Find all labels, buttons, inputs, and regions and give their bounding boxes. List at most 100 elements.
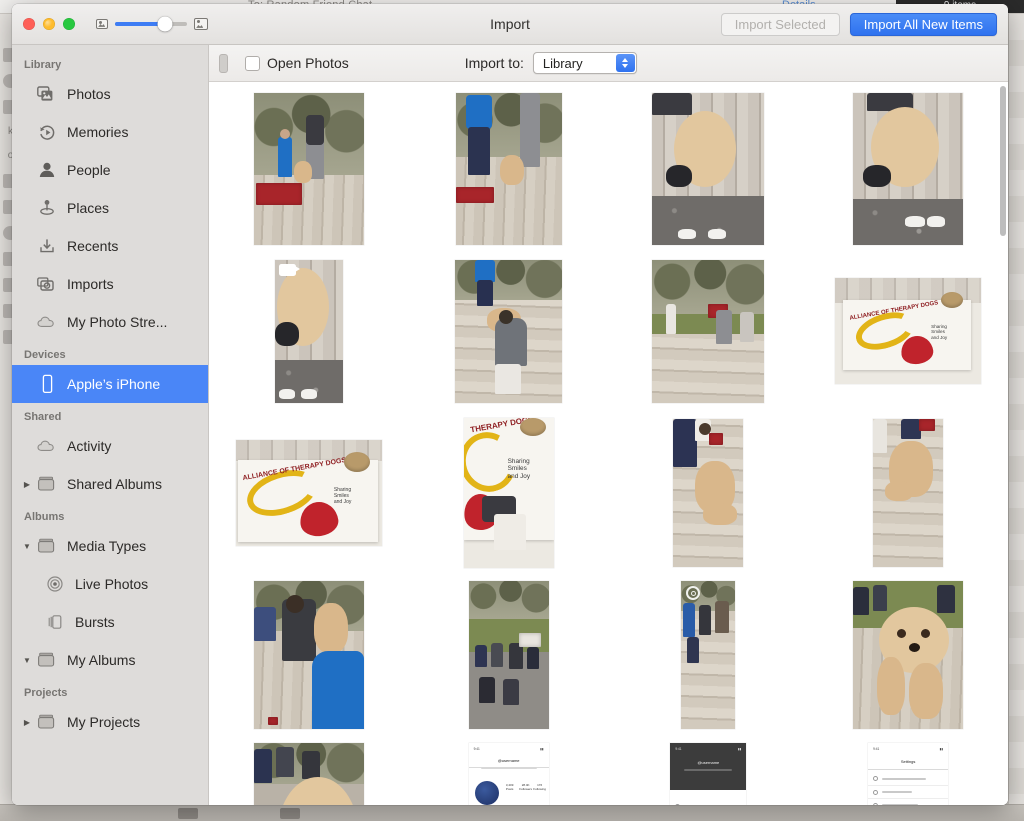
open-photos-checkbox[interactable] — [245, 56, 260, 71]
grid-cell[interactable]: THERAPY DOGS SharingSmilesand Joy — [409, 412, 609, 574]
grid-cell[interactable] — [209, 88, 409, 250]
photo-thumbnail[interactable] — [254, 581, 364, 729]
album-icon — [34, 537, 60, 555]
sidebar-item-label: Memories — [67, 124, 128, 140]
sidebar-item-activity[interactable]: Activity — [12, 427, 208, 465]
photo-scene: ALLIANCE OF THERAPY DOGS SharingSmilesan… — [835, 278, 981, 384]
photo-scene — [254, 581, 364, 729]
sidebar-item-label: Media Types — [67, 538, 146, 554]
sidebar-item-bursts[interactable]: Bursts — [12, 603, 208, 641]
photo-thumbnail[interactable] — [873, 419, 943, 567]
grid-cell[interactable] — [409, 574, 609, 736]
photo-thumbnail[interactable] — [254, 93, 364, 245]
sidebar-item-memories[interactable]: Memories — [12, 113, 208, 151]
traffic-light-buttons — [23, 18, 75, 30]
vertical-scrollbar[interactable] — [1000, 86, 1006, 236]
photo-thumbnail[interactable] — [455, 260, 562, 403]
photo-scene: THERAPY DOGS SharingSmilesand Joy — [464, 418, 554, 568]
sidebar-item-my-albums[interactable]: ▼ My Albums — [12, 641, 208, 679]
disclosure-triangle-collapsed-icon[interactable]: ▶ — [20, 480, 34, 489]
photo-scene — [673, 419, 743, 567]
album-icon — [34, 713, 60, 731]
grid-cell[interactable]: 9:41▮▮ Settings — [808, 736, 1008, 805]
grid-cell[interactable] — [209, 736, 409, 805]
import-to-select[interactable]: Library — [533, 52, 637, 74]
sidebar-item-media-types[interactable]: ▼ Media Types — [12, 527, 208, 565]
import-all-new-items-button[interactable]: Import All New Items — [850, 13, 997, 36]
photo-thumbnail[interactable] — [456, 93, 562, 245]
grid-cell[interactable]: 9:41▮▮ @username 3,409Posts 28.4KFollowe… — [409, 736, 609, 805]
close-button[interactable] — [23, 18, 35, 30]
dock-item[interactable] — [178, 808, 198, 819]
photo-scene: ALLIANCE OF THERAPY DOGS SharingSmilesan… — [236, 440, 382, 546]
photo-scene — [681, 581, 735, 729]
sidebar-item-people[interactable]: People — [12, 151, 208, 189]
photo-grid-scroll-area[interactable]: ALLIANCE OF THERAPY DOGS SharingSmilesan… — [209, 82, 1008, 805]
photo-scene — [873, 419, 943, 567]
photo-thumbnail[interactable]: 9:41▮▮ @username — [670, 743, 746, 805]
grid-cell[interactable] — [209, 250, 409, 412]
minimize-button[interactable] — [43, 18, 55, 30]
grid-cell[interactable] — [409, 88, 609, 250]
disclosure-triangle-expanded-icon[interactable]: ▼ — [20, 656, 34, 665]
photo-thumbnail[interactable] — [681, 581, 735, 729]
sidebar-item-places[interactable]: Places — [12, 189, 208, 227]
photo-thumbnail[interactable]: ALLIANCE OF THERAPY DOGS SharingSmilesan… — [835, 278, 981, 384]
zoom-button[interactable] — [63, 18, 75, 30]
photo-thumbnail[interactable]: 9:41▮▮ @username 3,409Posts 28.4KFollowe… — [469, 743, 549, 805]
grid-cell[interactable] — [609, 88, 809, 250]
grid-cell[interactable] — [808, 412, 1008, 574]
sidebar-item-label: Recents — [67, 238, 118, 254]
sidebar-item-live-photos[interactable]: Live Photos — [12, 565, 208, 603]
zoom-slider-track[interactable] — [115, 22, 187, 26]
sidebar-item-photos[interactable]: Photos — [12, 75, 208, 113]
zoom-slider-knob[interactable] — [158, 17, 173, 32]
photo-thumbnail[interactable] — [853, 581, 963, 729]
photo-thumbnail[interactable] — [469, 581, 549, 729]
disclosure-triangle-expanded-icon[interactable]: ▼ — [20, 542, 34, 551]
recents-icon — [34, 237, 60, 255]
grid-cell[interactable]: 9:41▮▮ @username — [609, 736, 809, 805]
disclosure-triangle-collapsed-icon[interactable]: ▶ — [20, 718, 34, 727]
photo-thumbnail[interactable] — [275, 260, 343, 403]
grid-cell[interactable] — [209, 574, 409, 736]
sidebar-item-my-photo-stream[interactable]: My Photo Stre... — [12, 303, 208, 341]
photo-thumbnail[interactable] — [853, 93, 963, 245]
activity-cloud-icon — [34, 439, 60, 453]
window-titlebar: Import Import Selected Import All New It… — [12, 4, 1008, 45]
grid-cell[interactable] — [808, 88, 1008, 250]
grid-cell[interactable]: ALLIANCE OF THERAPY DOGS SharingSmilesan… — [808, 250, 1008, 412]
grid-cell[interactable] — [409, 250, 609, 412]
sidebar-item-imports[interactable]: Imports — [12, 265, 208, 303]
grid-cell[interactable] — [609, 574, 809, 736]
photo-thumbnail[interactable] — [673, 419, 743, 567]
import-selected-button[interactable]: Import Selected — [721, 13, 840, 36]
photo-thumbnail[interactable]: 9:41▮▮ Settings — [868, 743, 948, 805]
photo-thumbnail[interactable] — [652, 260, 764, 403]
photos-icon — [34, 86, 60, 103]
sidebar-header-albums: Albums — [12, 503, 208, 527]
photo-thumbnail[interactable] — [652, 93, 764, 245]
album-icon — [34, 651, 60, 669]
thumbnail-zoom-slider[interactable] — [96, 18, 208, 30]
sidebar-item-shared-albums[interactable]: ▶ Shared Albums — [12, 465, 208, 503]
sidebar-item-my-projects[interactable]: ▶ My Projects — [12, 703, 208, 741]
dock — [0, 804, 1024, 821]
photo-thumbnail[interactable] — [254, 743, 364, 805]
grid-cell[interactable] — [808, 574, 1008, 736]
sidebar-item-label: Photos — [67, 86, 111, 102]
sidebar-item-recents[interactable]: Recents — [12, 227, 208, 265]
sidebar-item-apples-iphone[interactable]: Apple’s iPhone — [12, 365, 208, 403]
places-icon — [34, 199, 60, 217]
iphone-icon — [34, 374, 60, 394]
dock-item[interactable] — [280, 808, 300, 819]
photo-scene — [853, 93, 963, 245]
photo-scene — [652, 260, 764, 403]
grid-cell[interactable] — [609, 250, 809, 412]
photo-thumbnail[interactable]: ALLIANCE OF THERAPY DOGS SharingSmilesan… — [236, 440, 382, 546]
grid-cell[interactable] — [609, 412, 809, 574]
photo-scene — [853, 581, 963, 729]
phone-screenshot: 9:41▮▮ Settings — [868, 743, 948, 805]
photo-thumbnail[interactable]: THERAPY DOGS SharingSmilesand Joy — [464, 418, 554, 568]
grid-cell[interactable]: ALLIANCE OF THERAPY DOGS SharingSmilesan… — [209, 412, 409, 574]
